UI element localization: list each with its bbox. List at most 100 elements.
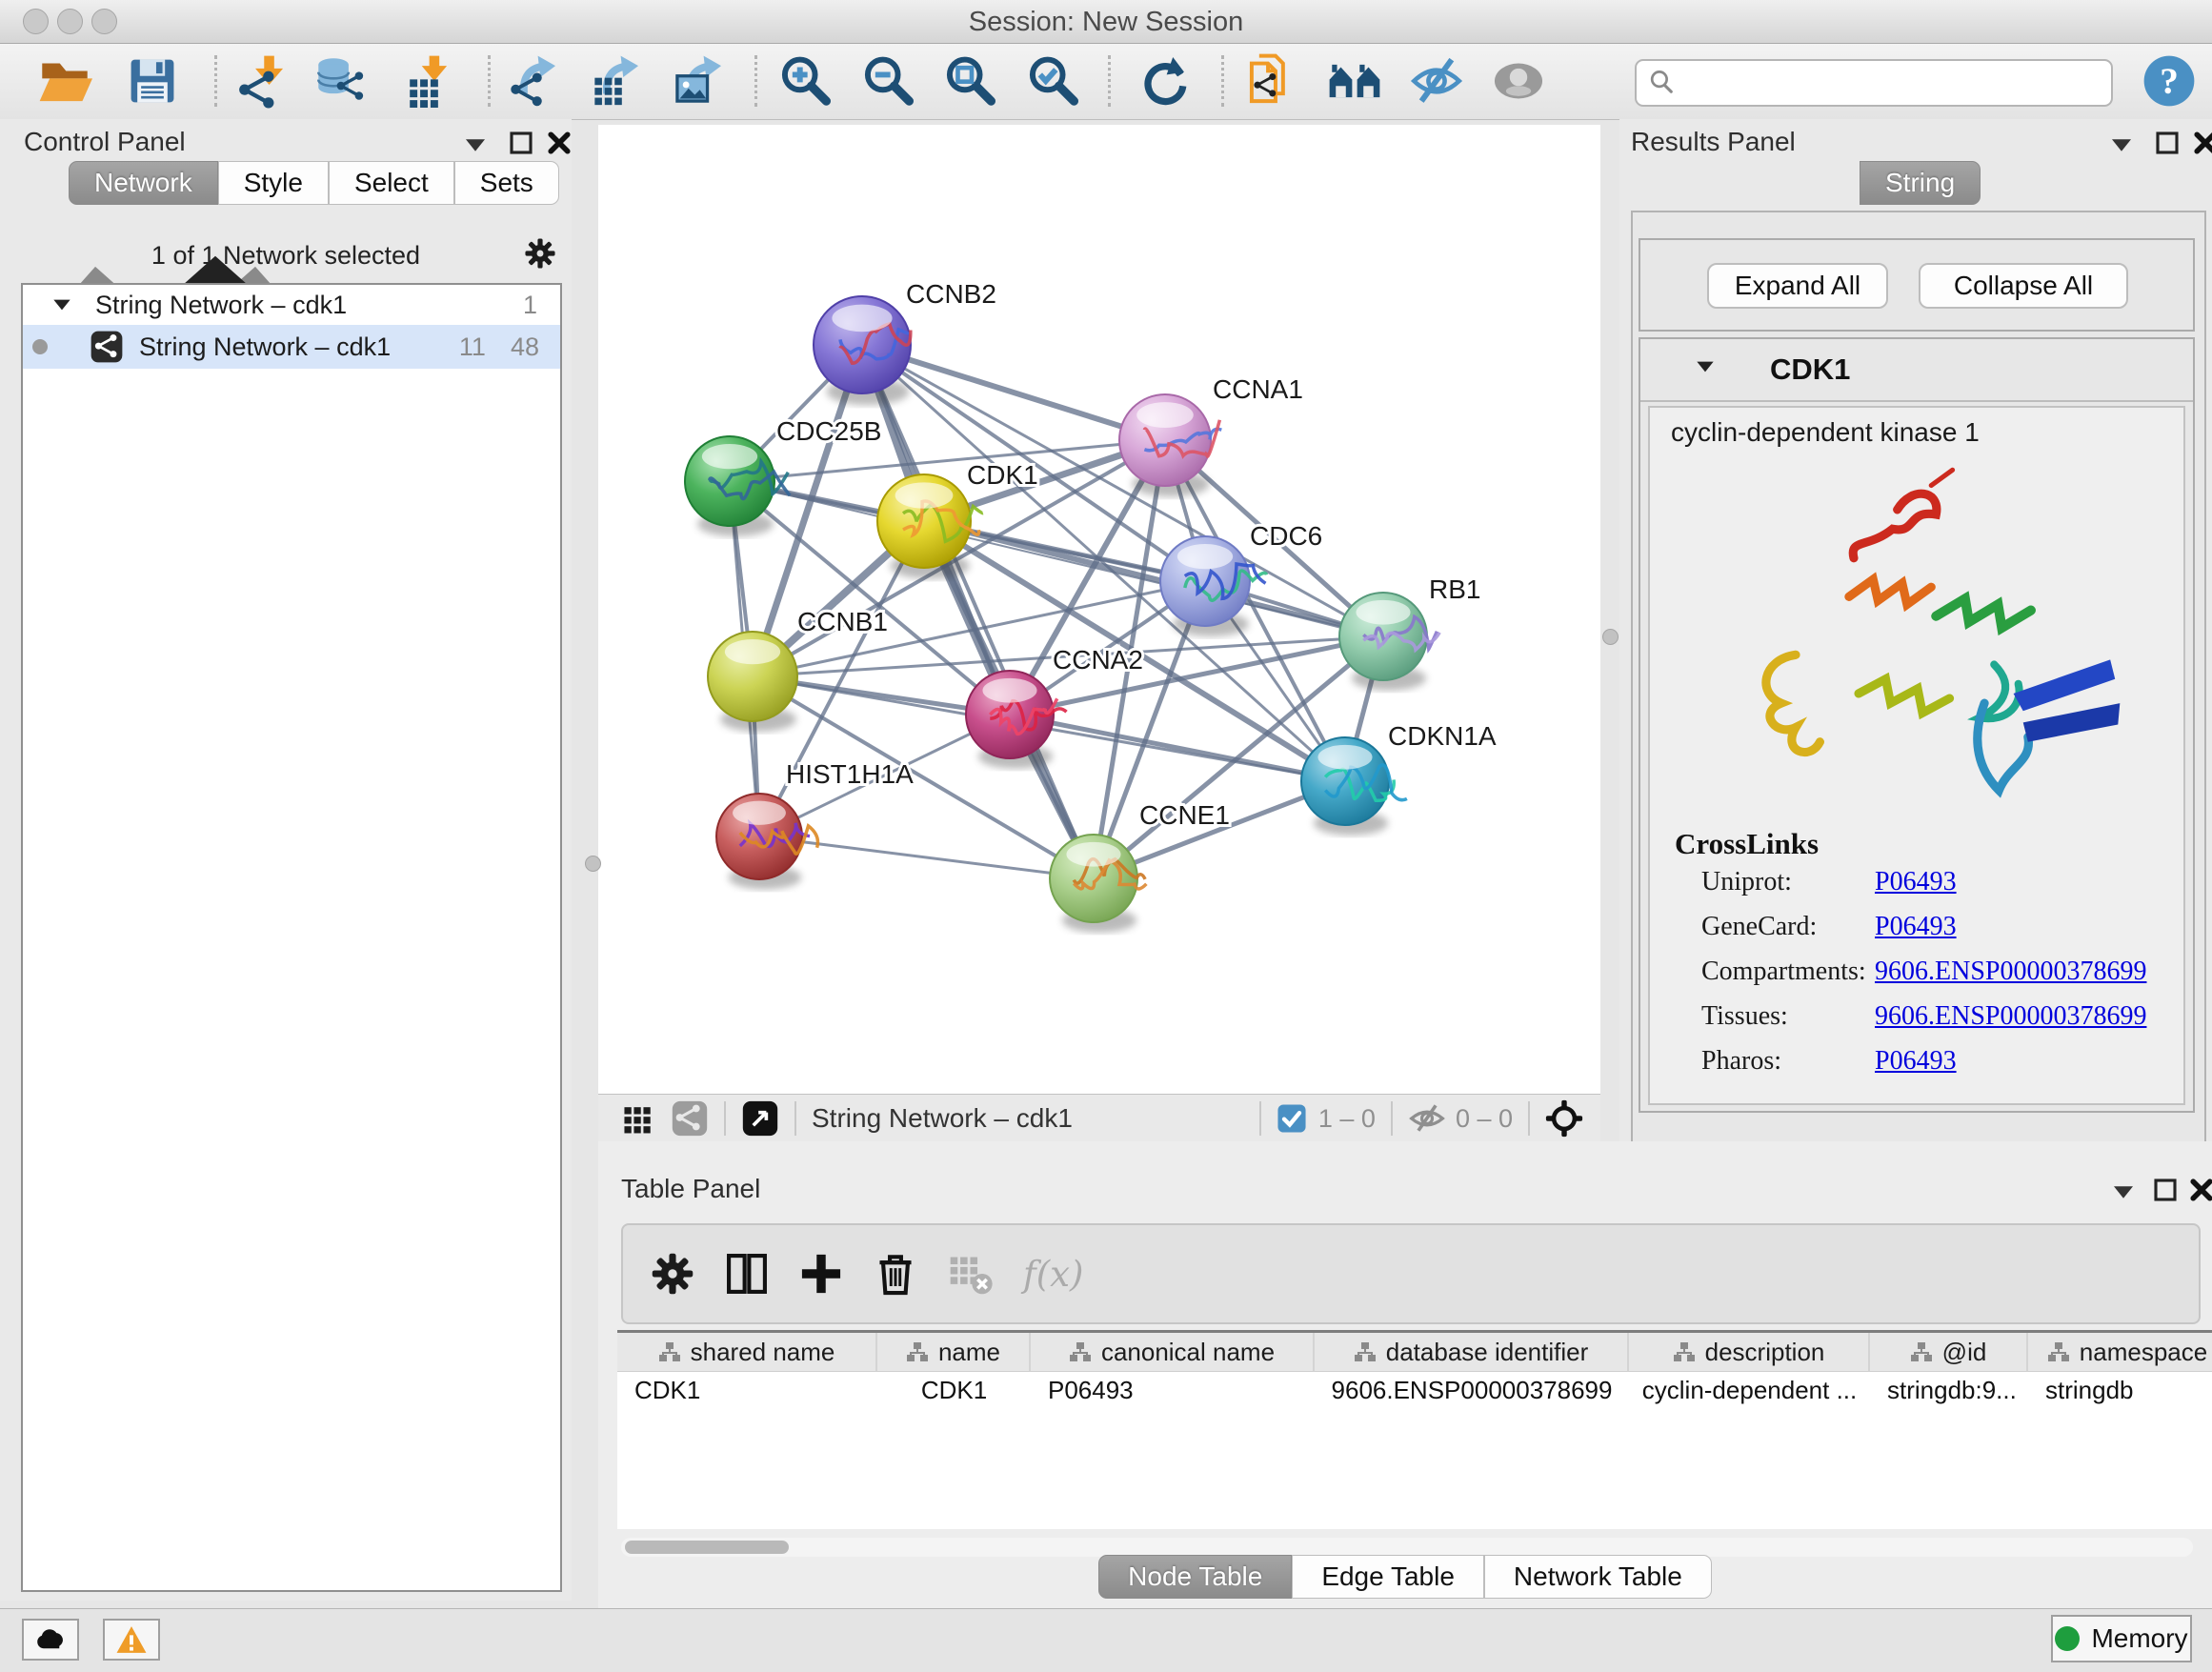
tab-sets[interactable]: Sets	[454, 161, 559, 205]
table-horizontal-scrollbar[interactable]	[621, 1538, 2193, 1557]
column-header-database-identifier[interactable]: database identifier	[1315, 1333, 1629, 1371]
selected-checkbox-icon[interactable]	[1277, 1103, 1307, 1134]
column-header-canonical-name[interactable]: canonical name	[1031, 1333, 1315, 1371]
collapse-all-button[interactable]: Collapse All	[1919, 263, 2128, 309]
collection-expand-icon[interactable]	[50, 292, 74, 317]
network-canvas[interactable]: CCNB2 CCNA1 CDC25B CDK1 CDC6 RB1 CCNB1	[598, 125, 1600, 1094]
cell-canonical-name[interactable]: P06493	[1031, 1371, 1315, 1409]
column-header-@id[interactable]: @id	[1870, 1333, 2028, 1371]
delete-column-icon[interactable]	[871, 1249, 920, 1299]
open-session-button[interactable]	[37, 53, 92, 109]
column-label: shared name	[691, 1338, 835, 1367]
table-panel-menu-icon[interactable]	[2109, 1176, 2138, 1204]
cell-@id[interactable]: stringdb:9...	[1870, 1371, 2028, 1409]
node-CDC6[interactable]	[1160, 536, 1266, 636]
string-view-icon[interactable]	[671, 1099, 709, 1138]
results-panel-close-icon[interactable]	[2191, 129, 2212, 157]
tab-network[interactable]: Network	[69, 161, 218, 205]
warning-button[interactable]	[103, 1619, 160, 1661]
node-CDK1[interactable]	[877, 474, 983, 579]
left-splitter-handle[interactable]	[585, 856, 601, 872]
crosslink-link[interactable]: P06493	[1875, 912, 1957, 942]
node-CCNB1[interactable]	[708, 632, 797, 732]
table-panel-close-icon[interactable]	[2187, 1176, 2212, 1204]
import-table-button[interactable]	[399, 53, 454, 109]
column-header-namespace[interactable]: namespace	[2028, 1333, 2212, 1371]
zoom-selected-button[interactable]	[1025, 53, 1080, 109]
import-network-button[interactable]	[231, 53, 287, 109]
tab-select[interactable]: Select	[329, 161, 454, 205]
show-all-button[interactable]	[1491, 53, 1546, 109]
memory-button[interactable]: Memory	[2051, 1615, 2192, 1662]
birds-eye-view-icon[interactable]	[741, 1099, 779, 1138]
home-pages-button[interactable]	[1327, 53, 1382, 109]
node-label-HIST1H1A: HIST1H1A	[786, 759, 914, 789]
network-row-selected[interactable]: String Network – cdk1 11 48	[23, 325, 560, 369]
show-columns-icon[interactable]	[722, 1249, 772, 1299]
zoom-fit-button[interactable]	[942, 53, 997, 109]
scrollbar-thumb[interactable]	[625, 1541, 789, 1554]
export-network-button[interactable]	[504, 53, 559, 109]
control-panel-menu-icon[interactable]	[461, 129, 490, 157]
share-document-icon	[1244, 53, 1299, 109]
gene-section-header[interactable]: CDK1	[1640, 339, 2193, 402]
save-session-button[interactable]	[125, 53, 180, 109]
export-image-button[interactable]	[670, 53, 725, 109]
expand-all-button[interactable]: Expand All	[1707, 263, 1888, 309]
table-options-gear-icon[interactable]	[648, 1249, 697, 1299]
table-header-row: shared name namecanonical namedatabase id…	[617, 1333, 2212, 1372]
tab-network-table[interactable]: Network Table	[1484, 1555, 1712, 1599]
add-column-icon[interactable]	[796, 1249, 846, 1299]
hide-selected-button[interactable]	[1409, 53, 1464, 109]
crosslink-link[interactable]: P06493	[1875, 1046, 1957, 1077]
share-document-button[interactable]	[1244, 53, 1299, 109]
column-header-name[interactable]: name	[877, 1333, 1031, 1371]
right-splitter-handle[interactable]	[1602, 629, 1619, 645]
cell-namespace[interactable]: stringdb	[2028, 1371, 2212, 1409]
table-panel-float-icon[interactable]	[2151, 1176, 2180, 1204]
search-input[interactable]	[1679, 63, 2111, 103]
node-RB1[interactable]	[1339, 593, 1439, 691]
edge-HIST1H1A-CCNE1[interactable]	[759, 836, 1094, 878]
crosslink-link[interactable]: 9606.ENSP00000378699	[1875, 1001, 2146, 1032]
refresh-button[interactable]	[1136, 53, 1192, 109]
node-CDKN1A[interactable]	[1301, 737, 1407, 836]
cell-database-identifier[interactable]: 9606.ENSP00000378699	[1315, 1371, 1629, 1409]
results-panel-float-icon[interactable]	[2153, 129, 2182, 157]
cell-name[interactable]: CDK1	[877, 1371, 1031, 1409]
control-panel-float-icon[interactable]	[507, 129, 535, 157]
zoom-in-button[interactable]	[777, 53, 833, 109]
control-panel-close-icon[interactable]	[545, 129, 573, 157]
search-box[interactable]	[1635, 59, 2113, 107]
fit-content-crosshair-icon[interactable]	[1545, 1099, 1583, 1138]
node-HIST1H1A[interactable]	[716, 794, 817, 890]
collection-label: String Network – cdk1	[95, 291, 347, 320]
column-header-shared-name[interactable]: shared name	[617, 1333, 877, 1371]
tab-string[interactable]: String	[1860, 161, 1981, 205]
column-header-description[interactable]: description	[1629, 1333, 1870, 1371]
crosslink-row: Compartments: 9606.ENSP00000378699	[1701, 957, 2178, 987]
help-button[interactable]: ?	[2142, 53, 2197, 109]
crosslink-link[interactable]: 9606.ENSP00000378699	[1875, 957, 2146, 987]
hidden-eye-icon[interactable]	[1408, 1099, 1446, 1138]
export-table-button[interactable]	[587, 53, 642, 109]
tab-edge-table[interactable]: Edge Table	[1292, 1555, 1484, 1599]
cloud-button[interactable]	[22, 1619, 79, 1661]
node-CCNB2[interactable]	[814, 296, 911, 405]
zoom-out-button[interactable]	[860, 53, 915, 109]
gene-collapse-caret-icon[interactable]	[1693, 354, 1718, 379]
zoom-selected-icon	[1025, 53, 1080, 109]
cell-shared-name[interactable]: CDK1	[617, 1371, 877, 1409]
tab-node-table[interactable]: Node Table	[1098, 1555, 1292, 1599]
tab-style[interactable]: Style	[218, 161, 329, 205]
grid-view-icon[interactable]	[619, 1099, 657, 1138]
network-options-gear-icon[interactable]	[522, 235, 558, 272]
results-panel-menu-icon[interactable]	[2107, 129, 2136, 157]
network-collection-row[interactable]: String Network – cdk1 1	[23, 285, 560, 325]
node-CDC25B[interactable]	[685, 436, 790, 536]
import-database-button[interactable]	[313, 53, 369, 109]
cell-description[interactable]: cyclin-dependent ...	[1629, 1371, 1870, 1409]
node-CCNA1[interactable]	[1119, 394, 1221, 496]
crosslink-link[interactable]: P06493	[1875, 867, 1957, 897]
control-panel-tabs: NetworkStyleSelectSets	[69, 161, 559, 205]
